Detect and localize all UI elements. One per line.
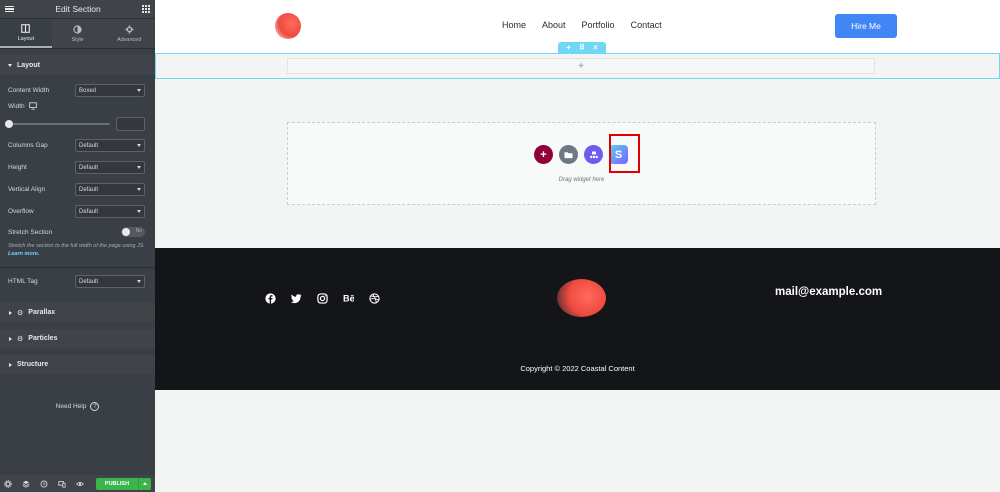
accordion-parallax[interactable]: ⚙ Parallax [0,303,155,322]
panel-header: Edit Section [0,0,155,19]
accordion-structure[interactable]: Structure [0,355,155,374]
responsive-icon[interactable] [58,480,66,488]
nav-about[interactable]: About [542,20,566,30]
drag-handle-icon[interactable]: ⠿ [579,43,585,52]
content-width-select[interactable]: Boxed [75,84,145,97]
html-tag-control: HTML Tag Default [8,275,145,288]
caret-right-icon [9,336,12,341]
stretch-section-control: Stretch Section No [8,227,145,237]
settings-icon[interactable] [4,479,12,488]
panel-title: Edit Section [55,4,101,14]
layout-section-header[interactable]: Layout [0,55,155,75]
preview-eye-icon[interactable] [76,480,84,488]
width-slider[interactable] [5,120,110,128]
add-section-icon[interactable]: + [566,43,571,52]
width-input[interactable] [116,117,145,131]
chevron-down-icon [137,280,141,283]
site-logo[interactable] [275,13,301,39]
instagram-icon[interactable] [317,293,328,304]
tab-layout[interactable]: Layout [0,19,52,48]
section-handle[interactable]: + ⠿ × [558,42,606,53]
dribbble-icon[interactable] [369,293,380,304]
chevron-down-icon [137,188,141,191]
add-template-button[interactable] [559,145,578,164]
nav-home[interactable]: Home [502,20,526,30]
nav-portfolio[interactable]: Portfolio [582,20,615,30]
html-tag-select[interactable]: Default [75,275,145,288]
chevron-down-icon [137,166,141,169]
addon-icon: ⚙ [17,309,24,317]
panel-tabs: Layout Style Advanced [0,19,155,49]
add-widget-icon[interactable]: + [578,61,584,72]
need-help-link[interactable]: Need Help ? [0,402,155,411]
hamburger-menu-icon[interactable] [5,5,14,13]
tab-advanced[interactable]: Advanced [103,19,155,48]
vertical-align-select[interactable]: Default [75,183,145,196]
social-icons: Bē [265,293,380,304]
panel-footer: PUBLISH [0,475,155,492]
content-width-control: Content Width Boxed [8,84,145,97]
site-footer: Bē mail@example.com Copyright © 2022 Coa… [155,248,1000,390]
chevron-down-icon [137,144,141,147]
template-kit-button[interactable] [584,145,603,164]
footer-email[interactable]: mail@example.com [775,286,882,298]
behance-icon[interactable]: Bē [343,293,354,304]
widgets-grid-icon[interactable] [142,5,150,13]
style-icon [73,24,82,34]
learn-more-link[interactable]: Learn more. [8,251,39,257]
publish-group: PUBLISH [96,477,151,490]
history-icon[interactable] [40,480,48,488]
nav-contact[interactable]: Contact [631,20,662,30]
desktop-icon[interactable] [28,102,37,110]
stretch-description: Stretch the section to the full width of… [8,243,145,257]
height-control: Height Default [8,161,145,174]
chevron-up-icon [143,482,147,485]
caret-right-icon [9,362,12,367]
layout-icon [21,23,31,33]
add-new-section-button[interactable]: + [534,145,553,164]
accordion-particles[interactable]: ⚙ Particles [0,329,155,348]
columns-gap-control: Columns Gap Default [8,139,145,152]
copyright-text: Copyright © 2022 Coastal Content [520,364,635,373]
folder-icon [564,151,573,158]
caret-down-icon [8,63,12,67]
tab-style[interactable]: Style [52,19,104,48]
publish-button[interactable]: PUBLISH [96,477,138,490]
footer-logo[interactable] [557,279,606,317]
preview-canvas: Home About Portfolio Contact Hire Me + ⠿… [155,0,1000,492]
chevron-down-icon [137,89,141,92]
empty-column[interactable]: + [287,58,875,74]
columns-gap-select[interactable]: Default [75,139,145,152]
height-select[interactable]: Default [75,161,145,174]
hire-me-button[interactable]: Hire Me [835,14,897,38]
gear-icon [125,24,134,34]
navigator-icon[interactable] [22,480,30,488]
slider-handle[interactable] [5,120,13,128]
chevron-down-icon [137,210,141,213]
dropzone-hint: Drag widget here [558,177,605,183]
add-section-dropzone[interactable]: + S Drag widget here [287,122,876,205]
main-nav: Home About Portfolio Contact [502,20,662,30]
overflow-control: Overflow Default [8,205,145,218]
addon-icon: ⚙ [17,335,24,343]
help-icon: ? [90,402,100,411]
close-icon[interactable]: × [593,43,598,52]
width-control: Width [8,102,145,110]
vertical-align-control: Vertical Align Default [8,183,145,196]
facebook-icon[interactable] [265,293,276,304]
editor-panel: Edit Section Layout Style Advanced Layou… [0,0,155,492]
highlight-annotation [609,134,640,173]
overflow-select[interactable]: Default [75,205,145,218]
kit-icon [589,151,598,158]
publish-options-button[interactable] [138,477,151,490]
stretch-section-toggle[interactable]: No [121,227,145,237]
twitter-icon[interactable] [291,293,302,304]
svg-text:Bē: Bē [343,294,354,304]
caret-right-icon [9,310,12,315]
